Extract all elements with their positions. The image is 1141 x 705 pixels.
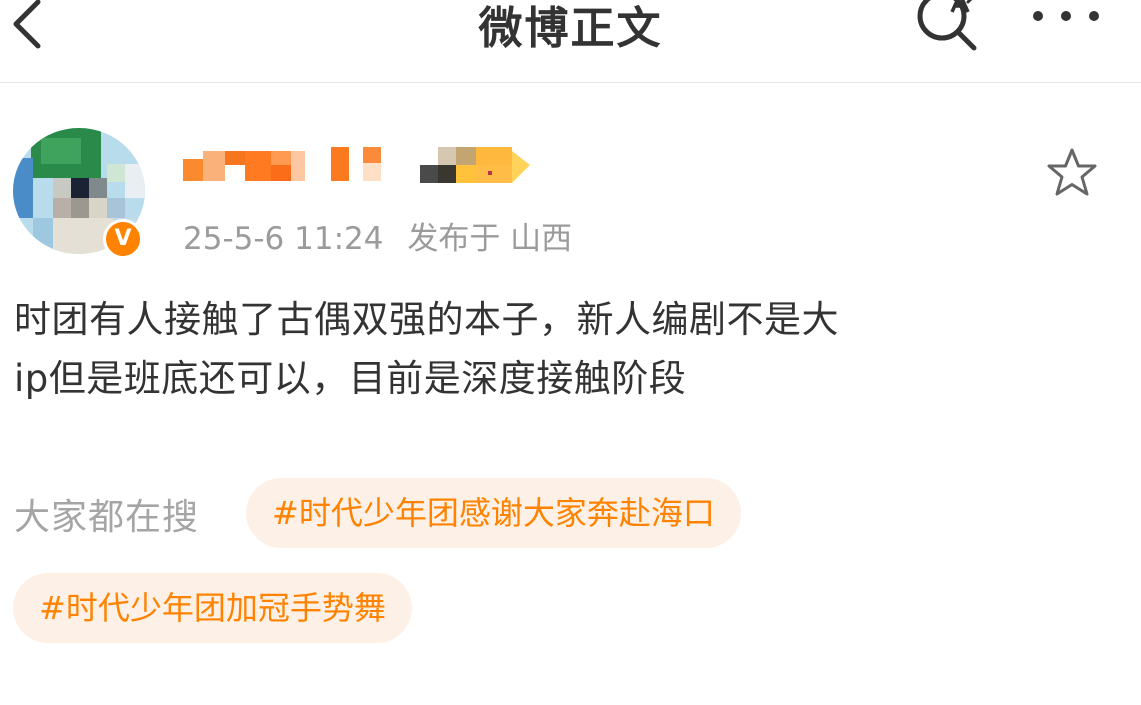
- post-content: 时团有人接触了古偶双强的本子，新人编剧不是大 ip但是班底还可以，目前是深度接触…: [14, 290, 1104, 408]
- nav-bar: 微博正文: [0, 0, 1141, 83]
- post-content-line: ip但是班底还可以，目前是深度接触阶段: [14, 357, 687, 400]
- more-dots-icon: [1033, 11, 1099, 21]
- verified-badge: V: [103, 219, 143, 259]
- search-button[interactable]: [912, 0, 992, 52]
- username-redacted[interactable]: [183, 145, 393, 189]
- member-badge-pixelated: [420, 147, 530, 183]
- member-badge: [420, 145, 532, 195]
- search-icon: [917, 0, 977, 51]
- username-pixelated: [183, 147, 381, 181]
- more-options-button[interactable]: [1024, 0, 1104, 40]
- post-content-line: 时团有人接触了古偶双强的本子，新人编剧不是大: [14, 298, 839, 341]
- hot-search-topic-chip[interactable]: #时代少年团感谢大家奔赴海口: [246, 478, 741, 548]
- post-location: 发布于 山西: [407, 221, 573, 257]
- star-outline-icon: [1047, 148, 1097, 196]
- post-meta: 25-5-6 11:24 发布于 山西: [183, 213, 586, 258]
- post-timestamp: 25-5-6 11:24: [183, 221, 384, 257]
- hot-search-topic-chip[interactable]: #时代少年团加冠手势舞: [13, 573, 412, 643]
- hot-search-label: 大家都在搜: [14, 497, 200, 538]
- favorite-button[interactable]: [1044, 146, 1100, 202]
